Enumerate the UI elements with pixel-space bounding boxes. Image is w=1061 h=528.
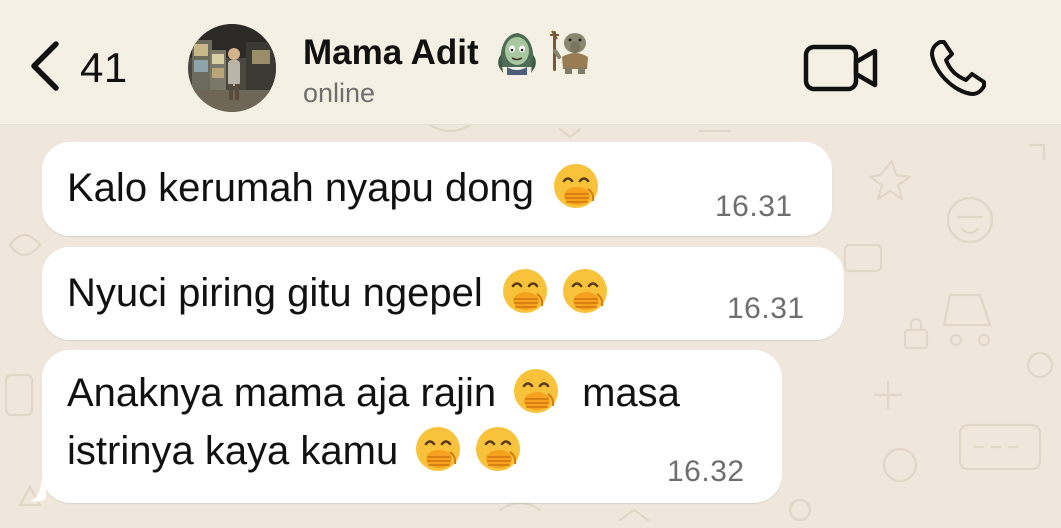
presence-status: online	[303, 78, 376, 108]
video-camera-icon	[803, 44, 879, 98]
message-text: Nyuci piring gitu ngepel	[67, 264, 609, 322]
message-list[interactable]: Kalo kerumah nyapu dong 16.31 Nyuci piri…	[0, 125, 1061, 528]
contact-name: Mama Adit	[303, 33, 479, 72]
message-time: 16.31	[715, 190, 793, 223]
message-bubble[interactable]: Anaknya mama aja rajin masa istrinya kay…	[42, 350, 782, 503]
chat-header: 41 Mama Adit online	[0, 0, 1061, 125]
message-time: 16.32	[667, 455, 745, 488]
face-with-hand-over-mouth-emoji	[552, 162, 600, 210]
face-with-hand-over-mouth-emoji	[414, 425, 462, 473]
message-text-content: istrinya kaya kamu	[67, 429, 399, 473]
chat-screen: 41 Mama Adit online Kalo kerumah nyapu d…	[0, 0, 1061, 528]
avatar[interactable]	[188, 24, 276, 112]
face-with-hand-over-mouth-emoji	[512, 367, 560, 415]
face-with-hand-over-mouth-emoji	[561, 267, 609, 315]
chevron-left-icon	[26, 38, 66, 99]
troll-emoji	[547, 27, 595, 80]
message-text-content: Kalo kerumah nyapu dong	[67, 166, 534, 210]
message-text-content: Nyuci piring gitu ngepel	[67, 271, 483, 315]
message-text-line-2: istrinya kaya kamu	[67, 422, 522, 480]
message-text-line-1: Anaknya mama aja rajin masa	[67, 364, 680, 422]
face-with-hand-over-mouth-emoji	[501, 267, 549, 315]
contact-info[interactable]: Mama Adit online	[303, 27, 723, 110]
message-text-content: Anaknya mama aja rajin	[67, 371, 497, 415]
message-bubble[interactable]: Nyuci piring gitu ngepel 16.31	[42, 247, 844, 340]
phone-icon	[928, 40, 988, 102]
zombie-woman-emoji	[493, 27, 541, 80]
message-bubble[interactable]: Kalo kerumah nyapu dong 16.31	[42, 142, 832, 236]
face-with-hand-over-mouth-emoji	[474, 425, 522, 473]
message-text-content: masa	[582, 371, 680, 415]
video-call-button[interactable]	[803, 42, 879, 94]
message-text: Kalo kerumah nyapu dong	[67, 159, 600, 217]
back-button[interactable]: 41	[26, 38, 156, 98]
bubble-tail	[30, 477, 46, 502]
avatar-photo	[188, 24, 276, 112]
name-emojis	[493, 27, 595, 80]
voice-call-button[interactable]	[928, 38, 988, 98]
unread-count: 41	[80, 44, 128, 91]
message-time: 16.31	[727, 292, 805, 325]
